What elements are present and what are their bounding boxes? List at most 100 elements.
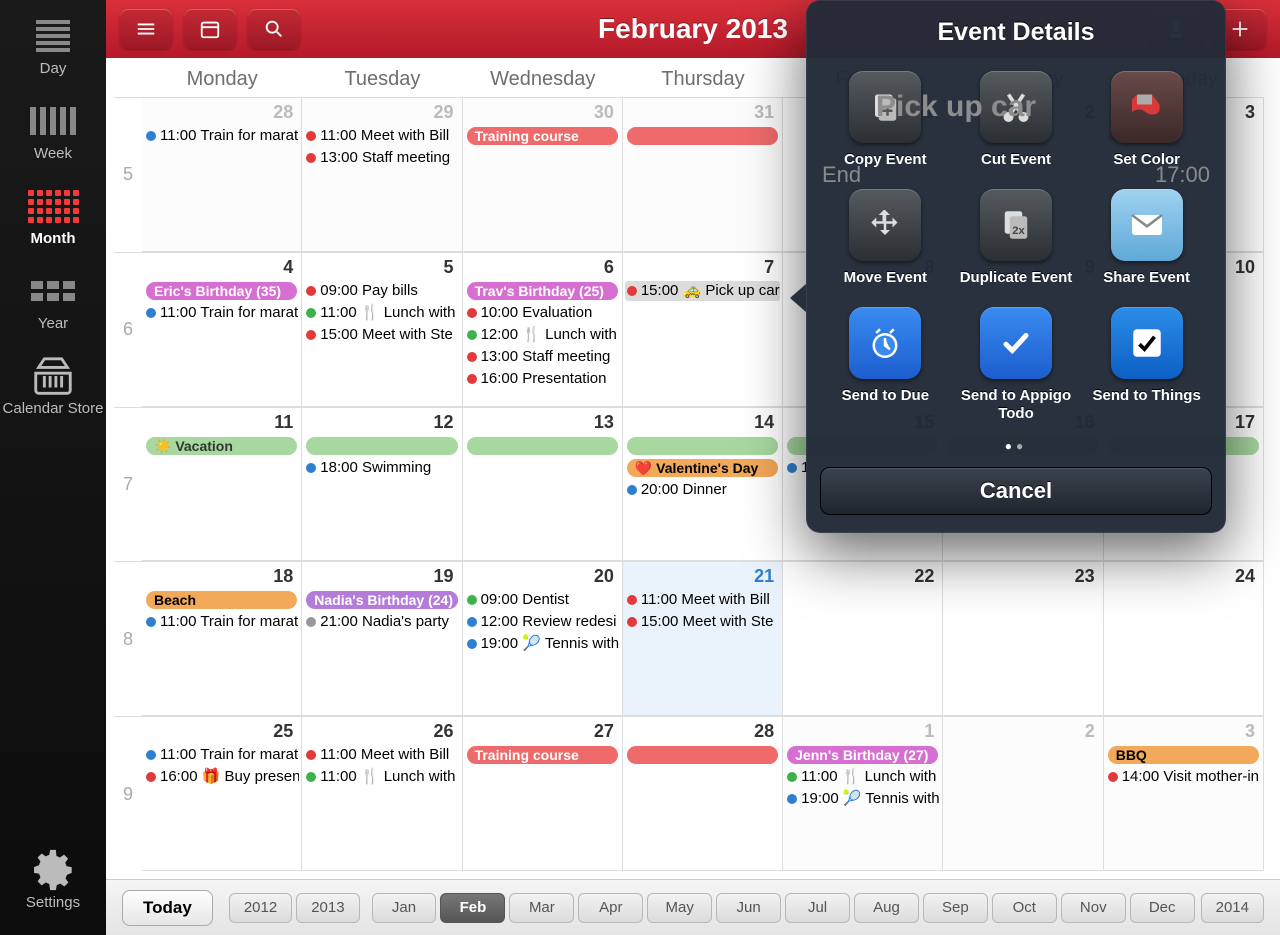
- event-item[interactable]: 12:00 Review redesi: [465, 612, 620, 632]
- event-item[interactable]: 11:00 🍴 Lunch with: [304, 303, 459, 323]
- event-item[interactable]: Eric's Birthday (35): [144, 281, 299, 301]
- day-cell[interactable]: 18Beach11:00 Train for marat: [142, 561, 302, 716]
- day-cell[interactable]: 1Jenn's Birthday (27)11:00 🍴 Lunch with1…: [783, 716, 943, 871]
- popover-action[interactable]: 2xDuplicate Event: [957, 189, 1076, 287]
- sidebar-year[interactable]: Year: [30, 275, 76, 332]
- seg-month[interactable]: Oct: [992, 893, 1057, 923]
- seg-month[interactable]: Dec: [1130, 893, 1195, 923]
- popover-action[interactable]: Move Event: [826, 189, 945, 287]
- day-cell[interactable]: 509:00 Pay bills11:00 🍴 Lunch with15:00 …: [302, 252, 462, 407]
- day-cell[interactable]: 715:00 🚕 Pick up car: [623, 252, 783, 407]
- popover-action[interactable]: Send to Appigo Todo: [957, 307, 1076, 423]
- seg-year[interactable]: 2013: [296, 893, 359, 923]
- event-item[interactable]: Training course: [465, 745, 620, 765]
- sidebar-month[interactable]: Month: [30, 190, 76, 247]
- event-item[interactable]: 11:00 🍴 Lunch with: [304, 767, 459, 787]
- event-item[interactable]: 15:00 🚕 Pick up car: [625, 281, 780, 301]
- day-cell[interactable]: 19Nadia's Birthday (24)21:00 Nadia's par…: [302, 561, 462, 716]
- event-item[interactable]: Jenn's Birthday (27): [785, 745, 940, 765]
- event-item[interactable]: 09:00 Pay bills: [304, 281, 459, 301]
- today-button[interactable]: Today: [122, 890, 213, 926]
- popover-action[interactable]: Send to Due: [826, 307, 945, 423]
- event-item[interactable]: 11:00 Meet with Bill: [304, 745, 459, 765]
- day-cell[interactable]: 23: [943, 561, 1103, 716]
- event-item[interactable]: [625, 436, 780, 456]
- event-item[interactable]: 13:00 Staff meeting: [465, 347, 620, 367]
- day-cell[interactable]: 2511:00 Train for marat16:00 🎁 Buy prese…: [142, 716, 302, 871]
- day-cell[interactable]: 11☀️ Vacation: [142, 407, 302, 562]
- event-item[interactable]: 19:00 🎾 Tennis with: [785, 789, 940, 809]
- sidebar-day[interactable]: Day: [30, 20, 76, 77]
- day-cell[interactable]: 4Eric's Birthday (35)11:00 Train for mar…: [142, 252, 302, 407]
- day-cell[interactable]: 2611:00 Meet with Bill11:00 🍴 Lunch with: [302, 716, 462, 871]
- event-item[interactable]: Training course: [465, 126, 620, 146]
- day-cell[interactable]: 2911:00 Meet with Bill13:00 Staff meetin…: [302, 97, 462, 252]
- day-cell[interactable]: 2009:00 Dentist12:00 Review redesi19:00 …: [463, 561, 623, 716]
- event-item[interactable]: ❤️ Valentine's Day: [625, 458, 780, 478]
- event-item[interactable]: [625, 745, 780, 765]
- seg-year[interactable]: 2012: [229, 893, 292, 923]
- day-cell[interactable]: 13: [463, 407, 623, 562]
- event-item[interactable]: 11:00 Meet with Bill: [304, 126, 459, 146]
- seg-month[interactable]: Jun: [716, 893, 781, 923]
- event-item[interactable]: 13:00 Staff meeting: [304, 148, 459, 168]
- sidebar-settings[interactable]: Settings: [26, 854, 80, 911]
- event-item[interactable]: 11:00 Meet with Bill: [625, 590, 780, 610]
- day-cell[interactable]: 22: [783, 561, 943, 716]
- event-item[interactable]: 15:00 Meet with Ste: [625, 612, 780, 632]
- calendar-button[interactable]: [184, 9, 236, 49]
- day-cell[interactable]: 31: [623, 97, 783, 252]
- event-item[interactable]: [304, 436, 459, 456]
- popover-action[interactable]: Share Event: [1087, 189, 1206, 287]
- event-item[interactable]: 16:00 🎁 Buy presen: [144, 767, 299, 787]
- day-cell[interactable]: 2811:00 Train for marat: [142, 97, 302, 252]
- event-item[interactable]: Trav's Birthday (25): [465, 281, 620, 301]
- event-item[interactable]: 19:00 🎾 Tennis with: [465, 634, 620, 654]
- day-cell[interactable]: 6Trav's Birthday (25)10:00 Evaluation12:…: [463, 252, 623, 407]
- event-item[interactable]: 11:00 Train for marat: [144, 303, 299, 323]
- day-cell[interactable]: 14 ❤️ Valentine's Day20:00 Dinner: [623, 407, 783, 562]
- event-item[interactable]: 12:00 🍴 Lunch with: [465, 325, 620, 345]
- sidebar-week[interactable]: Week: [30, 105, 76, 162]
- day-cell[interactable]: 28: [623, 716, 783, 871]
- event-item[interactable]: BBQ: [1106, 745, 1261, 765]
- seg-month[interactable]: Feb: [440, 893, 505, 923]
- search-button[interactable]: [248, 9, 300, 49]
- event-item[interactable]: 14:00 Visit mother-in: [1106, 767, 1261, 787]
- event-item[interactable]: 21:00 Nadia's party: [304, 612, 459, 632]
- event-item[interactable]: ☀️ Vacation: [144, 436, 299, 456]
- event-item[interactable]: Beach: [144, 590, 299, 610]
- event-item[interactable]: 15:00 Meet with Ste: [304, 325, 459, 345]
- day-cell[interactable]: 27Training course: [463, 716, 623, 871]
- day-cell[interactable]: 2111:00 Meet with Bill15:00 Meet with St…: [623, 561, 783, 716]
- seg-year-end[interactable]: 2014: [1201, 893, 1264, 923]
- event-item[interactable]: 18:00 Swimming: [304, 458, 459, 478]
- day-cell[interactable]: 24: [1104, 561, 1264, 716]
- event-item[interactable]: [625, 126, 780, 146]
- day-cell[interactable]: 12 18:00 Swimming: [302, 407, 462, 562]
- event-item[interactable]: 11:00 Train for marat: [144, 612, 299, 632]
- seg-month[interactable]: Aug: [854, 893, 919, 923]
- day-cell[interactable]: 2: [943, 716, 1103, 871]
- seg-month[interactable]: Jan: [372, 893, 437, 923]
- sidebar-store[interactable]: Calendar Store: [3, 360, 104, 418]
- seg-month[interactable]: Sep: [923, 893, 988, 923]
- seg-month[interactable]: Nov: [1061, 893, 1126, 923]
- day-cell[interactable]: 3BBQ14:00 Visit mother-in: [1104, 716, 1264, 871]
- seg-month[interactable]: Jul: [785, 893, 850, 923]
- event-item[interactable]: 16:00 Presentation: [465, 369, 620, 389]
- event-item[interactable]: 20:00 Dinner: [625, 480, 780, 500]
- event-item[interactable]: Nadia's Birthday (24): [304, 590, 459, 610]
- event-item[interactable]: 09:00 Dentist: [465, 590, 620, 610]
- seg-month[interactable]: Mar: [509, 893, 574, 923]
- popover-cancel-button[interactable]: Cancel: [820, 467, 1212, 515]
- event-item[interactable]: 11:00 Train for marat: [144, 745, 299, 765]
- event-item[interactable]: 11:00 Train for marat: [144, 126, 299, 146]
- popover-action[interactable]: Send to Things: [1087, 307, 1206, 423]
- event-item[interactable]: [465, 436, 620, 456]
- seg-month[interactable]: Apr: [578, 893, 643, 923]
- day-cell[interactable]: 30Training course: [463, 97, 623, 252]
- event-item[interactable]: 10:00 Evaluation: [465, 303, 620, 323]
- event-item[interactable]: 11:00 🍴 Lunch with: [785, 767, 940, 787]
- menu-button[interactable]: [120, 9, 172, 49]
